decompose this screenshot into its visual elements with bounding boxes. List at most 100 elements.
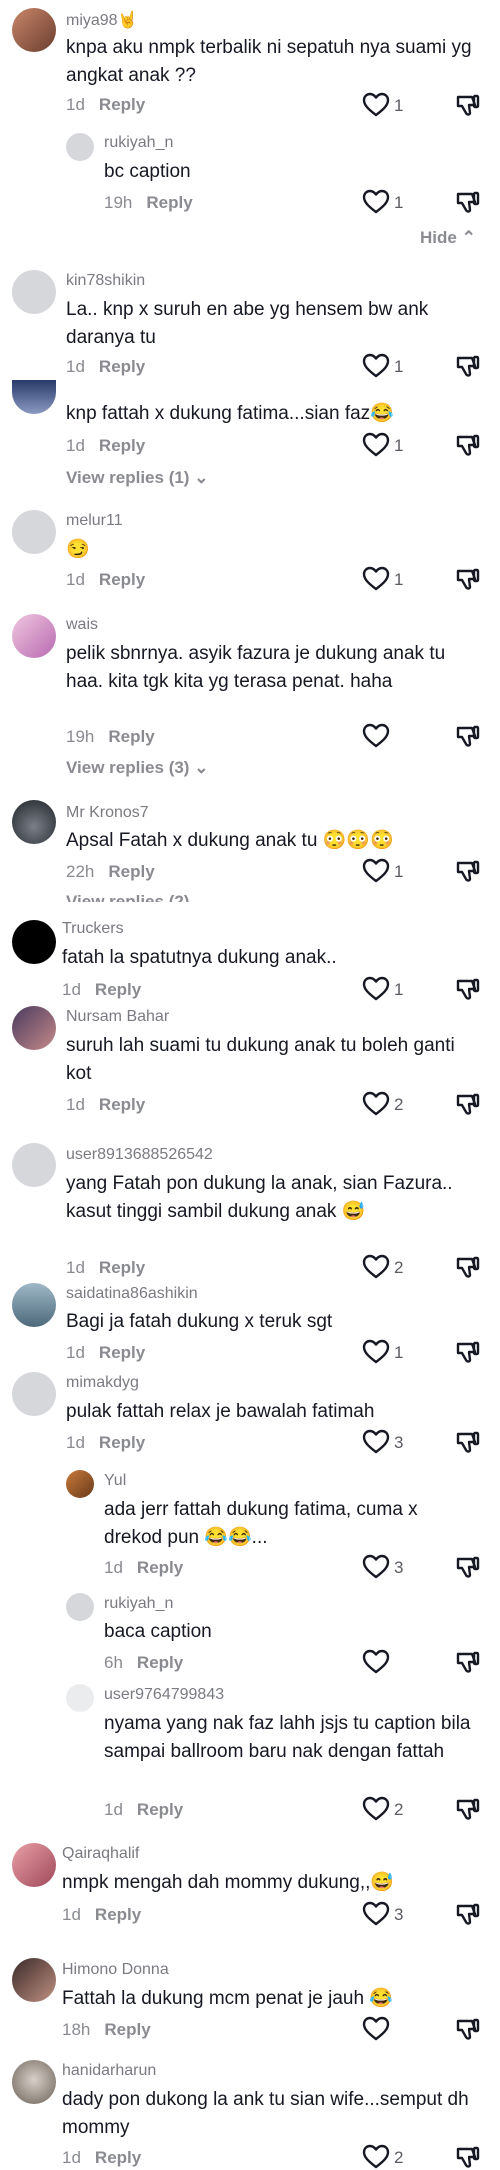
avatar[interactable] [12, 614, 56, 658]
dislike-icon[interactable] [455, 1091, 481, 1117]
comment-username[interactable]: user9764799843 [104, 1686, 224, 1704]
reply-button[interactable]: Reply [99, 436, 145, 455]
avatar[interactable] [12, 2060, 56, 2104]
comment-username[interactable]: miya98🤘 [66, 10, 138, 30]
comment-meta: 1d Reply [62, 1905, 141, 1925]
view-replies-button[interactable]: View replies (1) ⌄ [66, 468, 208, 488]
avatar[interactable] [12, 920, 56, 964]
avatar[interactable] [12, 8, 56, 52]
comment-username[interactable]: Mr Kronos7 [66, 804, 149, 822]
reply-button[interactable]: Reply [137, 1558, 183, 1577]
view-replies-button[interactable]: View replies (3) ⌄ [66, 758, 208, 778]
comment-username[interactable]: user8913688526542 [66, 1146, 213, 1164]
comment-username[interactable]: Himono Donna [62, 1961, 169, 1979]
heart-icon[interactable] [362, 353, 390, 379]
comment-username[interactable]: Truckers [62, 920, 124, 938]
heart-icon[interactable] [362, 858, 390, 884]
avatar[interactable] [66, 1593, 94, 1621]
dislike-icon[interactable] [455, 1339, 481, 1365]
heart-icon[interactable] [362, 1254, 390, 1280]
heart-icon[interactable] [362, 723, 390, 749]
comment-username[interactable]: kin78shikin [66, 272, 145, 290]
reply-button[interactable]: Reply [99, 1095, 145, 1114]
reply-button[interactable]: Reply [99, 357, 145, 376]
avatar[interactable] [12, 1372, 56, 1416]
heart-icon[interactable] [362, 1901, 390, 1927]
dislike-icon[interactable] [455, 2144, 481, 2170]
comment-username[interactable]: Qairaqhalif [62, 1845, 139, 1863]
dislike-icon[interactable] [455, 566, 481, 592]
reply-button[interactable]: Reply [95, 1905, 141, 1924]
dislike-icon[interactable] [455, 92, 481, 118]
dislike-icon[interactable] [455, 432, 481, 458]
comment-username[interactable]: wais [66, 616, 98, 634]
reply-button[interactable]: Reply [99, 1258, 145, 1277]
reply-button[interactable]: Reply [99, 95, 145, 114]
reply-button[interactable]: Reply [95, 2148, 141, 2167]
comment-meta: 19h Reply [66, 727, 155, 747]
dislike-icon[interactable] [455, 353, 481, 379]
heart-icon[interactable] [362, 92, 390, 118]
heart-icon[interactable] [362, 1429, 390, 1455]
like-count: 3 [394, 1558, 404, 1577]
avatar[interactable] [66, 1684, 94, 1712]
avatar[interactable] [12, 800, 56, 844]
heart-icon[interactable] [362, 2144, 390, 2170]
reply-button[interactable]: Reply [137, 1800, 183, 1819]
view-replies-button[interactable]: View replies (2) ⌄ [66, 892, 208, 902]
avatar[interactable] [66, 133, 94, 161]
dislike-icon[interactable] [455, 1649, 481, 1675]
heart-icon[interactable] [362, 2016, 390, 2042]
reply-button[interactable]: Reply [99, 1343, 145, 1362]
comment-username[interactable]: Yul [104, 1472, 126, 1490]
dislike-icon[interactable] [455, 1429, 481, 1455]
comment-username[interactable]: saidatina86ashikin [66, 1285, 198, 1303]
heart-icon[interactable] [362, 1091, 390, 1117]
heart-icon[interactable] [362, 1554, 390, 1580]
dislike-icon[interactable] [455, 976, 481, 1002]
comment-username[interactable]: hanidarharun [62, 2062, 156, 2080]
dislike-icon[interactable] [455, 1901, 481, 1927]
avatar[interactable] [66, 1470, 94, 1498]
heart-icon[interactable] [362, 1796, 390, 1822]
dislike-icon[interactable] [455, 1796, 481, 1822]
heart-icon[interactable] [362, 189, 390, 215]
reply-button[interactable]: Reply [95, 980, 141, 999]
dislike-icon[interactable] [455, 858, 481, 884]
dislike-icon[interactable] [455, 189, 481, 215]
reply-button[interactable]: Reply [104, 2020, 150, 2039]
dislike-icon[interactable] [455, 1254, 481, 1280]
hide-replies-button[interactable]: Hide ⌃ [420, 228, 476, 248]
heart-icon[interactable] [362, 1649, 390, 1675]
comment-time: 1d [66, 357, 85, 376]
avatar[interactable] [12, 1958, 56, 2002]
comment-text: ada jerr fattah dukung fatima, cuma x dr… [104, 1499, 418, 1548]
comment-username[interactable]: melur11 [66, 512, 123, 530]
dislike-icon[interactable] [455, 1554, 481, 1580]
reply-button[interactable]: Reply [108, 862, 154, 881]
avatar[interactable] [12, 380, 56, 414]
dislike-icon[interactable] [455, 723, 481, 749]
comment-username[interactable]: rukiyah_n [104, 134, 173, 152]
heart-icon[interactable] [362, 432, 390, 458]
heart-icon[interactable] [362, 566, 390, 592]
comment-username[interactable]: mimakdyg [66, 1374, 139, 1392]
avatar[interactable] [12, 1283, 56, 1327]
reply-button[interactable]: Reply [137, 1653, 183, 1672]
heart-icon[interactable] [362, 976, 390, 1002]
reply-button[interactable]: Reply [146, 193, 192, 212]
comment-username[interactable]: rukiyah_n [104, 1595, 173, 1613]
comment-time: 1d [66, 570, 85, 589]
like-count: 3 [394, 1433, 404, 1452]
avatar[interactable] [12, 1843, 56, 1887]
reply-button[interactable]: Reply [108, 727, 154, 746]
avatar[interactable] [12, 1006, 56, 1050]
avatar[interactable] [12, 270, 56, 314]
heart-icon[interactable] [362, 1339, 390, 1365]
avatar[interactable] [12, 510, 56, 554]
dislike-icon[interactable] [455, 2016, 481, 2042]
reply-button[interactable]: Reply [99, 570, 145, 589]
reply-button[interactable]: Reply [99, 1433, 145, 1452]
comment-username[interactable]: Nursam Bahar [66, 1008, 169, 1026]
avatar[interactable] [12, 1143, 56, 1187]
